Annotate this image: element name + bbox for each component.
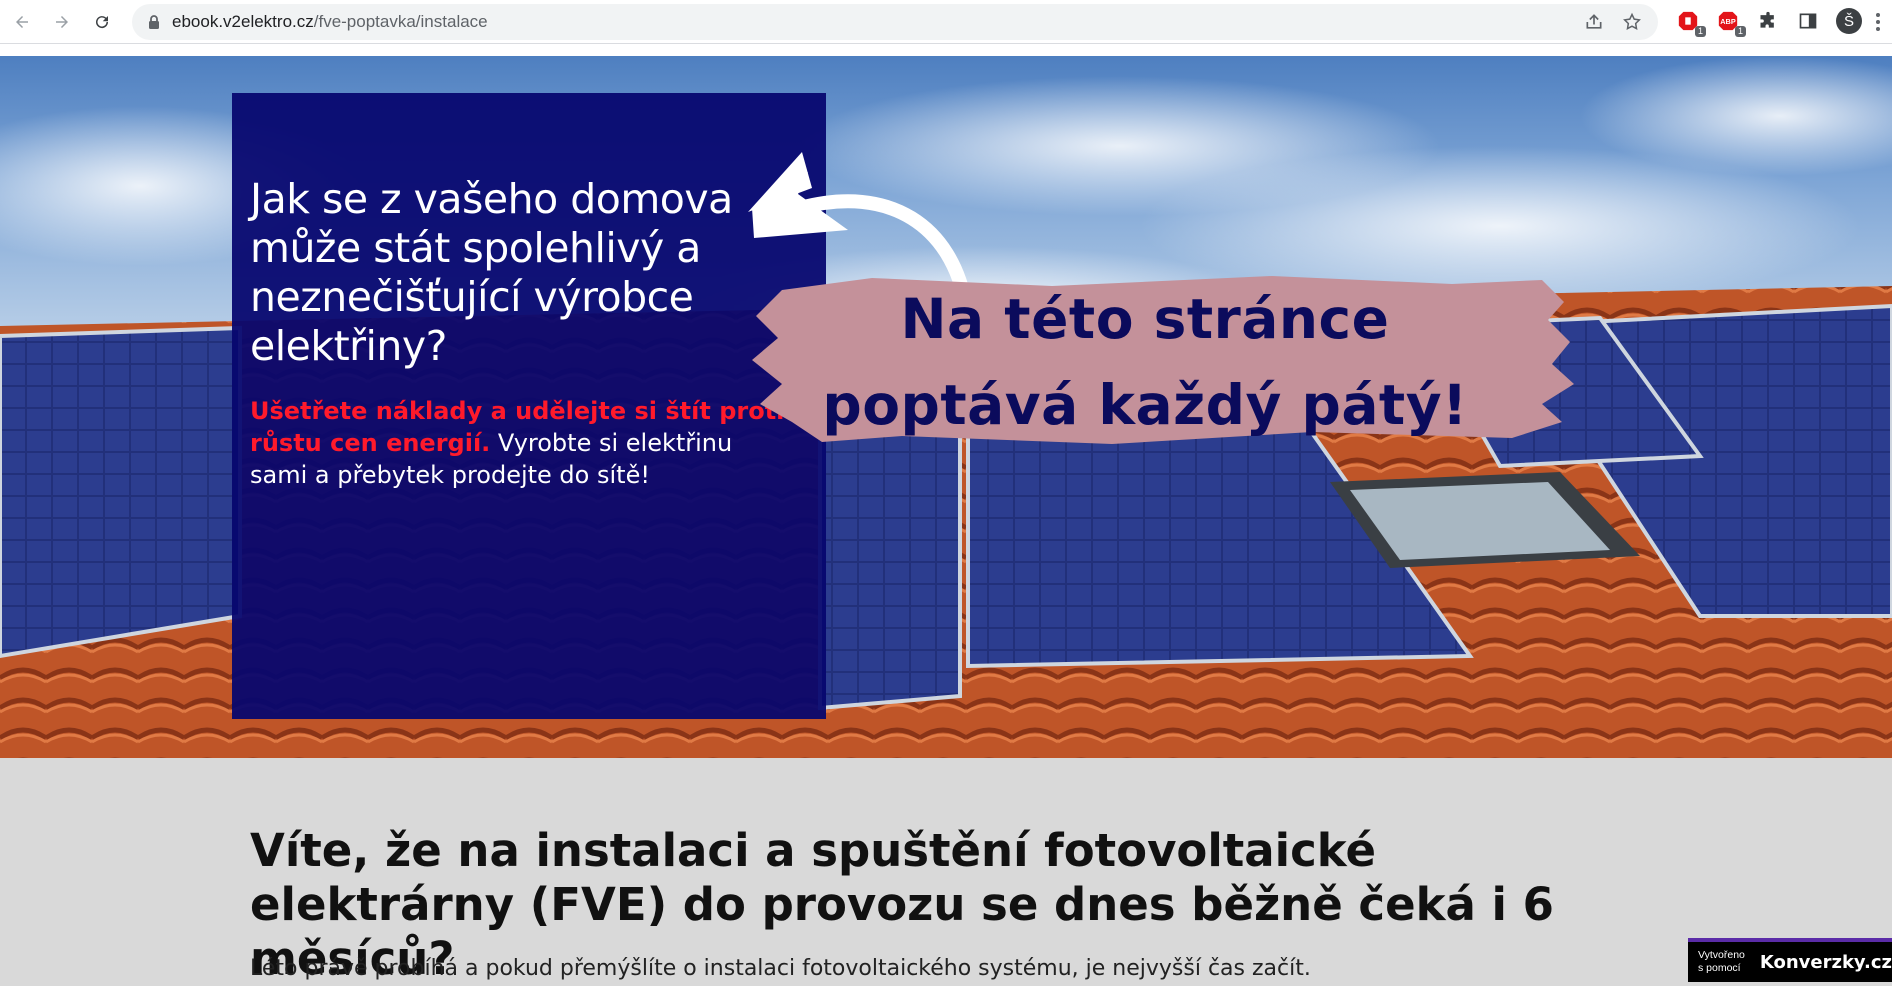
page-top-strip xyxy=(0,44,1892,56)
side-panel-icon xyxy=(1799,13,1817,29)
more-menu-icon[interactable] xyxy=(1868,10,1888,34)
hero-subtext: Ušetřete náklady a udělejte si štít prot… xyxy=(250,395,790,491)
share-icon[interactable] xyxy=(1584,12,1604,32)
arrow-right-icon xyxy=(56,16,68,28)
adblock-badge: 1 xyxy=(1694,26,1706,37)
hero-title: Jak se z vašeho domova může stát spolehl… xyxy=(250,175,733,370)
callout-text: Na této stránce poptává každý pátý! xyxy=(790,276,1500,448)
hero-text-box: Jak se z vašeho domova může stát spolehl… xyxy=(232,93,826,719)
url-path: /fve-poptavka/instalace xyxy=(313,12,488,31)
made-by-label: Vytvořeno s pomocí xyxy=(1698,949,1745,974)
made-by-badge[interactable]: Vytvořeno s pomocí Konverzky.cz xyxy=(1688,938,1892,982)
url-text: ebook.v2elektro.cz/fve-poptavka/instalac… xyxy=(172,4,488,40)
url-host: ebook.v2elektro.cz xyxy=(172,12,314,31)
hero-section: Jak se z vašeho domova může stát spolehl… xyxy=(0,56,1892,758)
section-paragraph: Léto právě probíhá a pokud přemýšlíte o … xyxy=(250,956,1311,981)
adblock-extension[interactable]: 1 xyxy=(1676,9,1706,37)
callout-line-1: Na této stránce xyxy=(900,287,1390,351)
reload-button[interactable] xyxy=(86,6,118,38)
arrow-left-icon xyxy=(16,16,28,28)
side-panel-button[interactable] xyxy=(1796,9,1820,33)
forward-button[interactable] xyxy=(46,6,78,38)
address-bar[interactable]: ebook.v2elektro.cz/fve-poptavka/instalac… xyxy=(132,4,1658,40)
abp-label: ABP xyxy=(1720,17,1736,26)
abp-extension[interactable]: ABP 1 xyxy=(1716,9,1746,37)
profile-avatar[interactable]: Š xyxy=(1836,8,1862,34)
reload-icon xyxy=(96,16,109,29)
extensions-button[interactable] xyxy=(1756,9,1780,33)
lock-icon xyxy=(149,15,159,29)
bookmark-star-icon[interactable] xyxy=(1622,12,1642,32)
puzzle-icon xyxy=(1760,11,1774,28)
info-section: Víte, že na instalaci a spuštění fotovol… xyxy=(0,758,1892,985)
browser-toolbar: ebook.v2elektro.cz/fve-poptavka/instalac… xyxy=(0,0,1892,44)
callout-line-2: poptává každý pátý! xyxy=(822,373,1468,437)
abp-badge: 1 xyxy=(1734,26,1746,37)
back-button[interactable] xyxy=(6,6,38,38)
made-by-brand: Konverzky.cz xyxy=(1759,951,1892,973)
